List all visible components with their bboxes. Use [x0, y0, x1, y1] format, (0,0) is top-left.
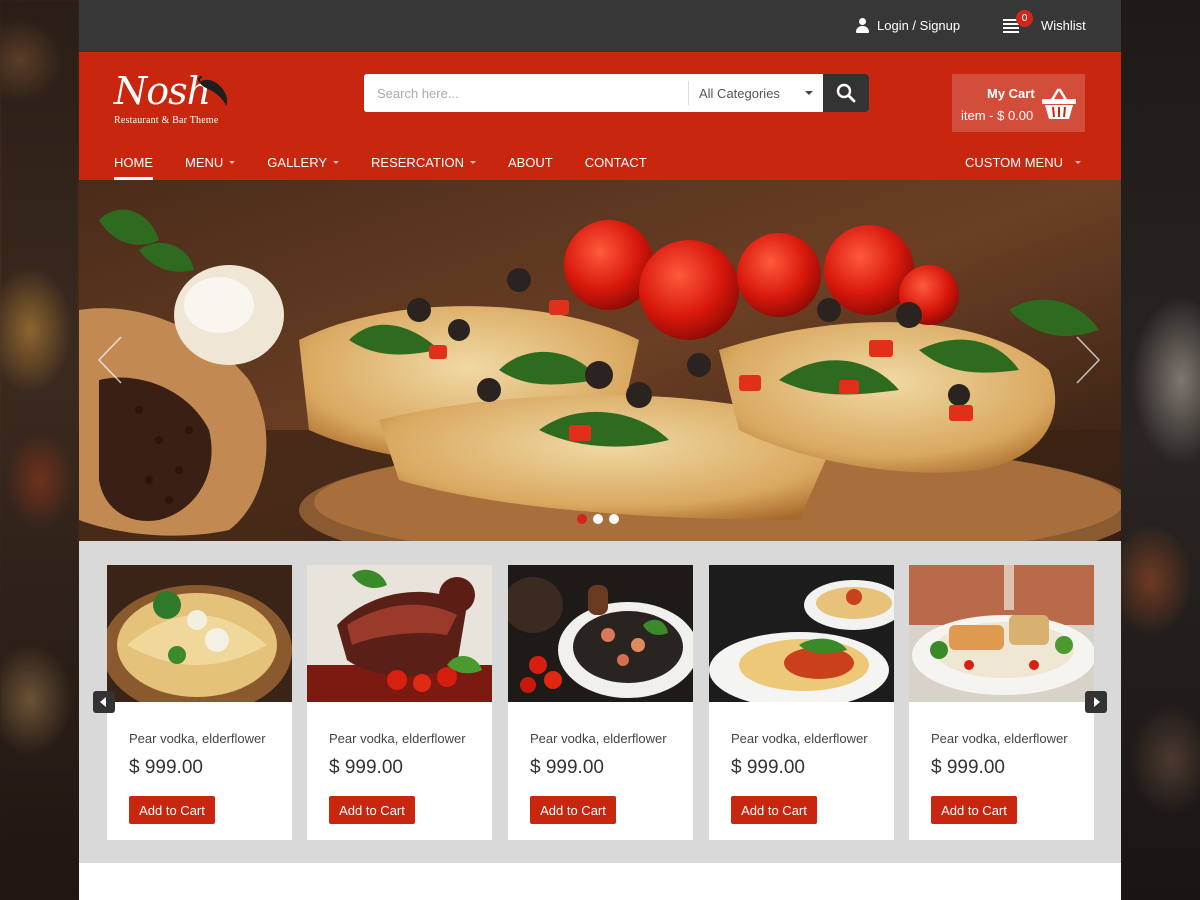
wishlist-label: Wishlist	[1041, 18, 1086, 33]
chili-icon	[197, 76, 228, 106]
product-title[interactable]: Pear vodka, elderflower	[530, 731, 667, 746]
product-title[interactable]: Pear vodka, elderflower	[731, 731, 868, 746]
product-title[interactable]: Pear vodka, elderflower	[329, 731, 466, 746]
wishlist-count-badge: 0	[1016, 10, 1033, 27]
nav-label: RESERCATION	[371, 155, 464, 170]
cart-title: My Cart	[987, 86, 1035, 101]
chevron-down-icon	[1074, 161, 1081, 164]
background-blur-left	[0, 0, 79, 900]
nav-label: ABOUT	[507, 155, 553, 170]
chevron-left-icon	[100, 697, 106, 707]
hero-slider	[79, 180, 1121, 541]
carousel-next-button[interactable]	[1085, 691, 1107, 713]
product-price: $ 999.00	[329, 757, 403, 778]
nav-label: CUSTOM MENU	[965, 155, 1063, 170]
product-card: Pear vodka, elderflower $ 999.00 Add to …	[107, 565, 292, 840]
login-signup-label: Login / Signup	[877, 18, 961, 33]
product-price: $ 999.00	[530, 757, 604, 778]
chevron-right-icon	[1094, 697, 1100, 707]
nav-item-gallery[interactable]: GALLERY	[267, 155, 340, 178]
nav-label: MENU	[185, 155, 224, 170]
top-bar: Login / Signup Wishlist 0	[79, 0, 1121, 52]
product-price: $ 999.00	[129, 757, 203, 778]
product-card: Pear vodka, elderflower $ 999.00 Add to …	[909, 565, 1094, 840]
product-card: Pear vodka, elderflower $ 999.00 Add to …	[307, 565, 492, 840]
product-image[interactable]	[508, 565, 693, 702]
product-price: $ 999.00	[931, 757, 1005, 778]
search-button[interactable]	[823, 74, 869, 112]
slider-prev-arrow[interactable]	[97, 335, 123, 385]
basket-icon	[1042, 88, 1076, 119]
header: Nosh Restaurant & Bar Theme All Categori…	[79, 52, 1121, 180]
nav-item-custom-menu[interactable]: CUSTOM MENU	[965, 155, 1081, 170]
search-input[interactable]	[364, 74, 688, 112]
cart-widget[interactable]: My Cart item - $ 0.00	[952, 74, 1085, 132]
nav-item-home[interactable]: HOME	[114, 155, 153, 180]
slider-dot[interactable]	[609, 514, 619, 524]
add-to-cart-button[interactable]: Add to Cart	[731, 796, 817, 824]
nav-item-about[interactable]: ABOUT	[508, 155, 553, 178]
nav-item-reservation[interactable]: RESERCATION	[371, 155, 476, 178]
product-price: $ 999.00	[731, 757, 805, 778]
product-image[interactable]	[909, 565, 1094, 702]
product-image[interactable]	[107, 565, 292, 702]
logo-subtitle: Restaurant & Bar Theme	[114, 115, 219, 126]
page: Login / Signup Wishlist 0 Nosh Restauran…	[79, 0, 1121, 900]
chevron-down-icon	[469, 161, 476, 164]
search-bar: All Categories	[364, 74, 869, 112]
product-image[interactable]	[307, 565, 492, 702]
slider-dot[interactable]	[577, 514, 587, 524]
add-to-cart-button[interactable]: Add to Cart	[931, 796, 1017, 824]
add-to-cart-button[interactable]: Add to Cart	[129, 796, 215, 824]
logo[interactable]: Nosh Restaurant & Bar Theme	[114, 70, 228, 126]
login-signup-link[interactable]: Login / Signup	[855, 18, 960, 33]
product-card: Pear vodka, elderflower $ 999.00 Add to …	[508, 565, 693, 840]
background-blur-right	[1121, 0, 1200, 900]
category-select[interactable]: All Categories	[688, 81, 823, 105]
product-title[interactable]: Pear vodka, elderflower	[129, 731, 266, 746]
add-to-cart-button[interactable]: Add to Cart	[530, 796, 616, 824]
chevron-down-icon	[333, 161, 340, 164]
product-image[interactable]	[709, 565, 894, 702]
slider-dot[interactable]	[593, 514, 603, 524]
nav-item-contact[interactable]: CONTACT	[585, 155, 647, 178]
slider-next-arrow[interactable]	[1075, 335, 1101, 385]
category-selected-label: All Categories	[699, 85, 780, 101]
nav-label: GALLERY	[267, 155, 328, 170]
slider-dots	[577, 514, 619, 524]
product-carousel: Pear vodka, elderflower $ 999.00 Add to …	[79, 541, 1121, 863]
cart-summary: item - $ 0.00	[961, 108, 1034, 123]
chevron-down-icon	[229, 161, 236, 164]
add-to-cart-button[interactable]: Add to Cart	[329, 796, 415, 824]
search-icon	[836, 83, 856, 103]
main-nav: HOME MENU GALLERY RESERCATION ABOUT CONT…	[114, 155, 679, 180]
nav-label: HOME	[114, 155, 153, 170]
nav-item-menu[interactable]: MENU	[185, 155, 236, 178]
hero-image	[79, 180, 1121, 541]
chevron-down-icon	[805, 91, 813, 95]
user-icon	[855, 18, 869, 33]
nav-label: CONTACT	[584, 155, 647, 170]
carousel-prev-button[interactable]	[93, 691, 115, 713]
product-card: Pear vodka, elderflower $ 999.00 Add to …	[709, 565, 894, 840]
product-title[interactable]: Pear vodka, elderflower	[931, 731, 1068, 746]
